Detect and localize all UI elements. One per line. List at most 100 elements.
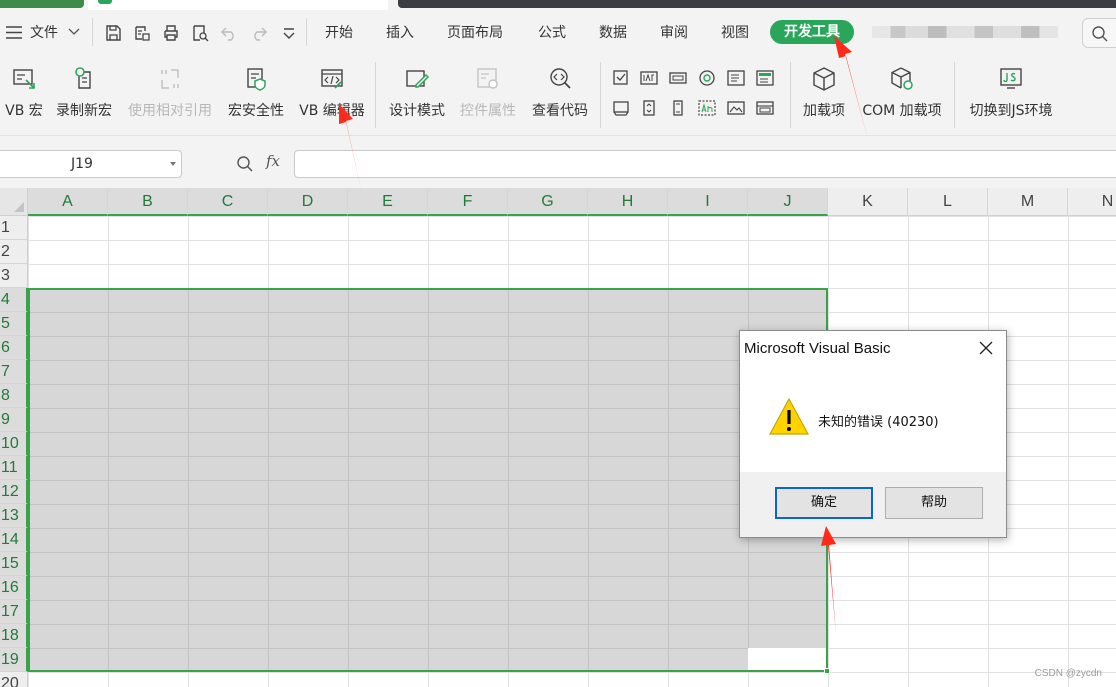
save-icon[interactable] (104, 24, 122, 42)
ribbon-divider (790, 62, 791, 128)
option-button-control-icon[interactable] (698, 70, 716, 86)
row-header-14[interactable]: 14 (0, 528, 28, 552)
print-preview-icon[interactable] (191, 24, 209, 42)
tab-data[interactable]: 数据 (599, 22, 627, 42)
code-editor-icon (321, 69, 343, 89)
addins-button[interactable]: 加载项 (798, 66, 850, 120)
ribbon-divider (600, 62, 601, 128)
column-header-l[interactable]: L (908, 188, 988, 216)
selected-range[interactable] (28, 288, 828, 672)
document-tab-indicator (98, 0, 112, 4)
label-control-icon[interactable] (698, 100, 716, 116)
design-mode-button[interactable]: 设计模式 (386, 66, 448, 120)
switch-js-label: 切换到JS环境 (969, 103, 1053, 119)
app-tab-home[interactable] (0, 0, 84, 8)
active-cell[interactable] (748, 648, 826, 670)
macro-icon (13, 69, 35, 89)
view-code-button[interactable]: 查看代码 (528, 66, 592, 120)
search-button[interactable] (1082, 18, 1116, 48)
export-icon[interactable] (133, 24, 151, 42)
textbox-control-icon[interactable] (640, 70, 658, 86)
frame-control-icon[interactable] (756, 100, 774, 116)
row-header-15[interactable]: 15 (0, 552, 28, 576)
switch-js-button[interactable]: 切换到JS环境 (964, 66, 1058, 120)
row-header-3[interactable]: 3 (0, 264, 28, 288)
listbox-control-icon[interactable] (727, 70, 745, 86)
title-strip-dark (398, 0, 1116, 8)
relative-reference-button[interactable]: 使用相对引用 (124, 66, 216, 120)
column-header-i[interactable]: I (668, 188, 748, 216)
row-header-16[interactable]: 16 (0, 576, 28, 600)
row-header-5[interactable]: 5 (0, 312, 28, 336)
close-icon[interactable] (974, 337, 998, 359)
macro-security-button[interactable]: 宏安全性 (224, 66, 288, 120)
tab-formulas[interactable]: 公式 (538, 22, 566, 42)
row-header-20[interactable]: 20 (0, 672, 28, 687)
zoom-icon[interactable] (236, 155, 254, 173)
fill-handle[interactable] (824, 668, 830, 674)
column-header-h[interactable]: H (588, 188, 668, 216)
document-tab-active[interactable] (88, 0, 388, 10)
row-header-9[interactable]: 9 (0, 408, 28, 432)
tab-view[interactable]: 视图 (721, 22, 749, 42)
function-icon[interactable]: fx (266, 152, 280, 170)
row-header-10[interactable]: 10 (0, 432, 28, 456)
tab-insert[interactable]: 插入 (386, 22, 414, 42)
row-header-4[interactable]: 4 (0, 288, 28, 312)
vb-editor-button[interactable]: VB 编辑器 (296, 66, 368, 120)
toggle-button-control-icon[interactable] (612, 100, 630, 116)
row-header-19[interactable]: 19 (0, 648, 28, 672)
hamburger-icon[interactable] (6, 26, 22, 39)
name-box[interactable]: J19 (0, 150, 182, 178)
image-control-icon[interactable] (727, 100, 745, 116)
vb-macro-button[interactable]: VB 宏 (4, 66, 44, 120)
column-header-c[interactable]: C (188, 188, 268, 216)
undo-icon[interactable] (220, 24, 238, 42)
checkbox-control-icon[interactable] (612, 70, 630, 86)
column-header-d[interactable]: D (268, 188, 348, 216)
column-header-e[interactable]: E (348, 188, 428, 216)
row-header-7[interactable]: 7 (0, 360, 28, 384)
tab-review[interactable]: 审阅 (660, 22, 688, 42)
formula-input[interactable] (294, 150, 1116, 178)
column-header-f[interactable]: F (428, 188, 508, 216)
row-header-12[interactable]: 12 (0, 480, 28, 504)
column-header-j[interactable]: J (748, 188, 828, 216)
scrollbar-control-icon[interactable] (669, 100, 687, 116)
control-properties-button[interactable]: 控件属性 (456, 66, 520, 120)
row-header-17[interactable]: 17 (0, 600, 28, 624)
row-header-1[interactable]: 1 (0, 216, 28, 240)
column-header-k[interactable]: K (828, 188, 908, 216)
row-header-13[interactable]: 13 (0, 504, 28, 528)
quick-access-more-icon[interactable] (280, 24, 298, 42)
redo-icon[interactable] (250, 24, 268, 42)
row-header-18[interactable]: 18 (0, 624, 28, 648)
addins-label: 加载项 (803, 103, 845, 119)
combobox-control-icon[interactable] (756, 70, 774, 86)
record-macro-icon (75, 67, 91, 89)
command-button-control-icon[interactable] (669, 70, 687, 86)
ok-button[interactable]: 确定 (775, 487, 873, 519)
view-code-label: 查看代码 (532, 103, 588, 119)
chevron-down-icon[interactable] (170, 162, 176, 166)
row-header-2[interactable]: 2 (0, 240, 28, 264)
help-button[interactable]: 帮助 (885, 487, 983, 519)
tab-developer[interactable]: 开发工具 (770, 20, 854, 44)
row-header-6[interactable]: 6 (0, 336, 28, 360)
tab-page-layout[interactable]: 页面布局 (447, 22, 503, 42)
column-header-a[interactable]: A (28, 188, 108, 216)
menu-file[interactable]: 文件 (30, 22, 58, 42)
row-header-11[interactable]: 11 (0, 456, 28, 480)
print-icon[interactable] (162, 24, 180, 42)
column-header-n[interactable]: N (1068, 188, 1116, 216)
select-all-corner[interactable] (0, 188, 28, 216)
tab-start[interactable]: 开始 (325, 22, 353, 42)
chevron-down-icon[interactable] (68, 28, 80, 36)
record-macro-button[interactable]: 录制新宏 (52, 66, 116, 120)
column-header-g[interactable]: G (508, 188, 588, 216)
column-header-b[interactable]: B (108, 188, 188, 216)
column-header-m[interactable]: M (988, 188, 1068, 216)
spin-button-control-icon[interactable] (640, 100, 658, 116)
com-addins-button[interactable]: COM 加载项 (858, 66, 946, 120)
row-header-8[interactable]: 8 (0, 384, 28, 408)
